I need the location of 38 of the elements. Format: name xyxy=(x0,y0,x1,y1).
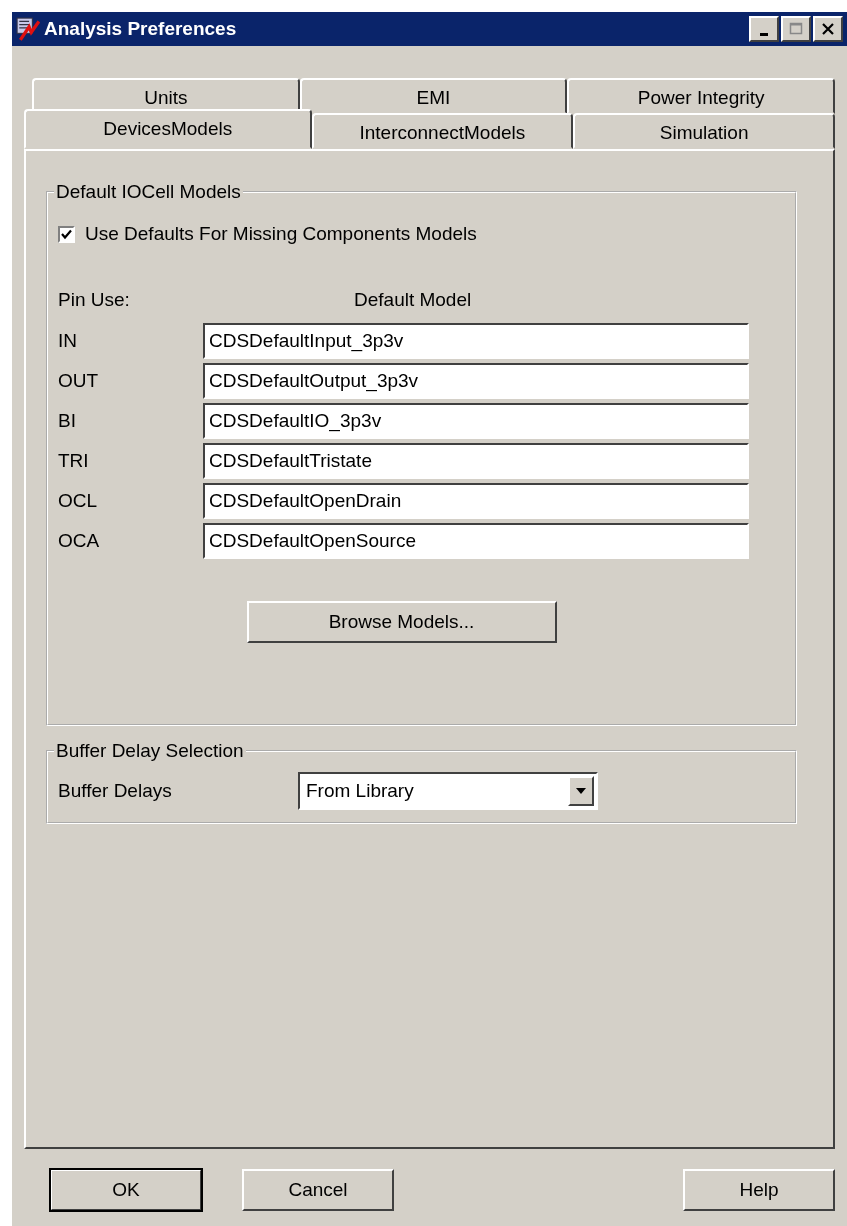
checkmark-icon xyxy=(60,227,73,241)
app-icon xyxy=(16,17,40,41)
maximize-icon xyxy=(789,22,803,36)
dialog-button[interactable]: OK xyxy=(50,1169,202,1211)
model-input-field[interactable]: CDSDefaultOutput_3p3v xyxy=(203,363,749,399)
model-input-field[interactable]: CDSDefaultTristate xyxy=(203,443,749,479)
tab[interactable]: DevicesModels xyxy=(24,109,312,149)
group-title: Default IOCell Models xyxy=(55,181,242,203)
group-title: Buffer Delay Selection xyxy=(55,740,245,762)
pin-label: IN xyxy=(58,330,78,352)
tab[interactable]: EMI xyxy=(299,78,568,114)
browse-models-button[interactable]: Browse Models... xyxy=(246,601,557,643)
close-button[interactable] xyxy=(813,16,843,42)
model-input-field[interactable]: CDSDefaultOpenDrain xyxy=(203,483,749,519)
minimize-icon xyxy=(760,32,768,36)
dialog-button[interactable]: Help xyxy=(683,1169,835,1211)
close-icon xyxy=(821,22,835,36)
model-input-field[interactable]: CDSDefaultIO_3p3v xyxy=(203,403,749,439)
window-title: Analysis Preferences xyxy=(44,18,238,40)
pin-label: OUT xyxy=(58,370,100,392)
pin-label: BI xyxy=(58,410,77,432)
column-header: Pin Use: xyxy=(58,289,131,311)
minimize-button[interactable] xyxy=(749,16,779,42)
buffer-delays-label: Buffer Delays xyxy=(58,780,173,802)
buffer-delays-dropdown[interactable]: From Library xyxy=(298,772,598,810)
checkbox[interactable] xyxy=(58,225,75,243)
tab[interactable]: InterconnectModels xyxy=(311,113,574,149)
model-input-field[interactable]: CDSDefaultOpenSource xyxy=(203,523,749,559)
tab[interactable]: Power Integrity xyxy=(567,78,835,114)
model-input-field[interactable]: CDSDefaultInput_3p3v xyxy=(203,323,749,359)
dialog-button[interactable]: Cancel xyxy=(242,1169,394,1211)
dropdown-arrow-icon xyxy=(575,787,587,795)
pin-label: OCA xyxy=(58,530,101,552)
pin-label: OCL xyxy=(58,490,99,512)
column-header: Default Model xyxy=(354,289,472,311)
checkbox-label: Use Defaults For Missing Components Models xyxy=(85,223,477,245)
pin-label: TRI xyxy=(58,450,90,472)
tab[interactable]: Simulation xyxy=(573,113,835,149)
